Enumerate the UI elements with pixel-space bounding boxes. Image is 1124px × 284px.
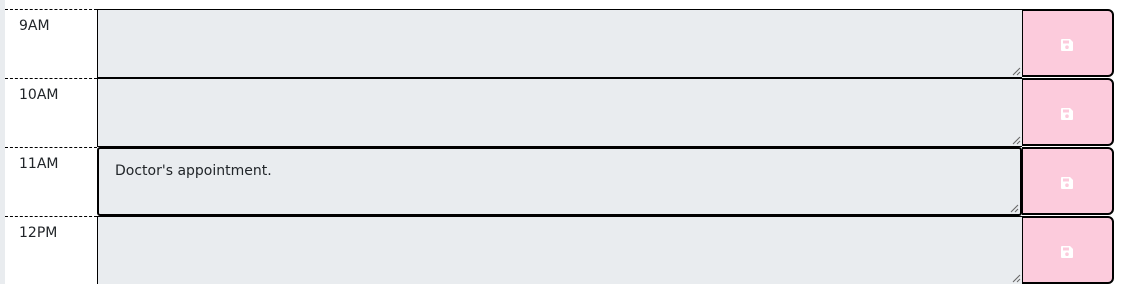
event-textarea[interactable] <box>97 9 1022 78</box>
event-text: Doctor's appointment. <box>115 163 272 179</box>
resize-handle-icon[interactable] <box>1012 274 1021 283</box>
event-textarea[interactable] <box>97 78 1022 147</box>
floppy-disk-icon <box>1061 39 1073 51</box>
time-block-row: 9AM <box>5 9 1114 78</box>
event-textarea[interactable]: Doctor's appointment. <box>97 147 1022 216</box>
floppy-disk-icon <box>1061 108 1073 120</box>
time-block-row: 11AM Doctor's appointment. <box>5 147 1114 216</box>
resize-handle-icon[interactable] <box>1012 67 1021 76</box>
save-button[interactable] <box>1022 78 1114 146</box>
event-textarea[interactable] <box>97 216 1022 284</box>
save-button[interactable] <box>1022 216 1114 284</box>
hour-label: 12PM <box>5 216 97 284</box>
save-button[interactable] <box>1022 147 1114 215</box>
time-block-row: 10AM <box>5 78 1114 147</box>
hour-label: 9AM <box>5 9 97 78</box>
floppy-disk-icon <box>1061 246 1073 258</box>
resize-handle-icon[interactable] <box>1012 136 1021 145</box>
save-button[interactable] <box>1022 9 1114 77</box>
hour-label: 11AM <box>5 147 97 216</box>
floppy-disk-icon <box>1061 177 1073 189</box>
hour-label: 10AM <box>5 78 97 147</box>
resize-handle-icon[interactable] <box>1010 204 1019 213</box>
time-block-row: 12PM <box>5 216 1114 284</box>
day-planner: 9AM 10AM 11AM Doctor's appointment. 12PM <box>0 0 1124 284</box>
